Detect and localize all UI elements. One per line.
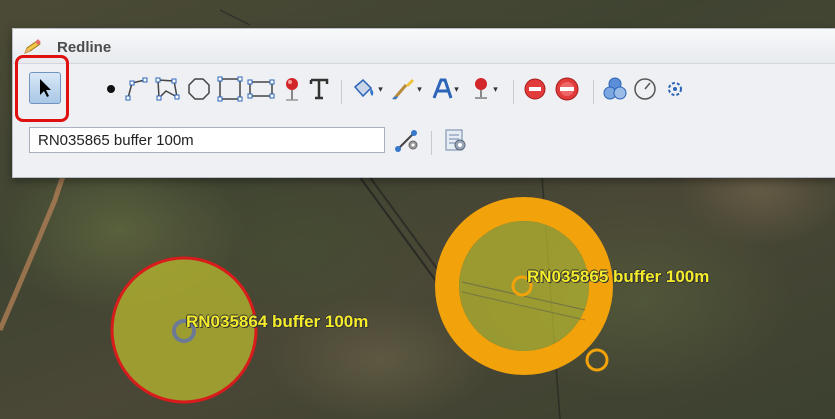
polygon-tool-button[interactable] (153, 74, 181, 104)
point-tool-button[interactable] (97, 74, 125, 104)
buffer-button[interactable] (601, 74, 629, 104)
rectangle-tool-button[interactable] (216, 74, 244, 104)
polygon-icon (154, 77, 180, 101)
chevron-down-icon: ▾ (417, 83, 422, 94)
square-tool-button[interactable] (247, 74, 275, 104)
point-marker (585, 348, 609, 372)
window-title: Redline (57, 39, 112, 56)
settings-button[interactable] (441, 125, 469, 155)
remove-button[interactable] (521, 74, 549, 104)
remove-all-icon (554, 76, 580, 102)
measure-icon (633, 77, 657, 101)
toolbar-separator (431, 131, 432, 155)
window-titlebar[interactable]: Redline (13, 29, 835, 64)
circle-icon (187, 77, 211, 101)
font-icon (431, 77, 453, 101)
label-row (13, 121, 835, 161)
edit-nodes-icon (394, 127, 420, 153)
toolbar-separator (513, 80, 514, 104)
select-tool-highlight (15, 55, 69, 122)
remove-icon (523, 77, 547, 101)
square-icon (247, 78, 275, 100)
toolbar-separator (341, 80, 342, 104)
rectangle-icon (217, 76, 243, 102)
pencil-icon (23, 39, 43, 54)
chevron-down-icon: ▾ (378, 83, 383, 94)
marker-color-icon (472, 76, 492, 102)
marker-pin-icon (284, 76, 302, 102)
marker-tool-button[interactable] (279, 74, 307, 104)
more-tools-button[interactable] (661, 74, 689, 104)
edit-nodes-button[interactable] (393, 125, 421, 155)
text-icon (309, 77, 329, 101)
font-button[interactable]: ▾ (427, 74, 463, 104)
chevron-down-icon: ▾ (493, 83, 498, 94)
fill-color-icon (351, 77, 377, 101)
buffer-icon (602, 76, 628, 102)
marker-color-button[interactable]: ▾ (467, 74, 503, 104)
settings-icon (442, 127, 468, 153)
chevron-down-icon: ▾ (454, 83, 459, 94)
redline-window: Redline ▾ ▾ ▾ ▾ RN035865 buffer 100m (12, 28, 835, 178)
polyline-icon (125, 77, 149, 101)
toolbar-separator (593, 80, 594, 104)
fill-color-button[interactable]: ▾ (349, 74, 385, 104)
line-color-icon (390, 77, 416, 101)
remove-all-button[interactable] (553, 74, 581, 104)
redline-toolbar: ▾ ▾ ▾ ▾ (13, 64, 835, 120)
measure-button[interactable] (631, 74, 659, 104)
label-text-input[interactable] (29, 127, 385, 153)
line-color-button[interactable]: ▾ (388, 74, 424, 104)
text-tool-button[interactable] (305, 74, 333, 104)
point-icon (106, 84, 116, 94)
map-label-rn035865: RN035865 buffer 100m (527, 267, 710, 286)
polyline-tool-button[interactable] (123, 74, 151, 104)
circle-tool-button[interactable] (185, 74, 213, 104)
powerline (219, 9, 251, 26)
map-label-rn035864: RN035864 buffer 100m (186, 312, 369, 331)
more-icon (664, 78, 686, 100)
